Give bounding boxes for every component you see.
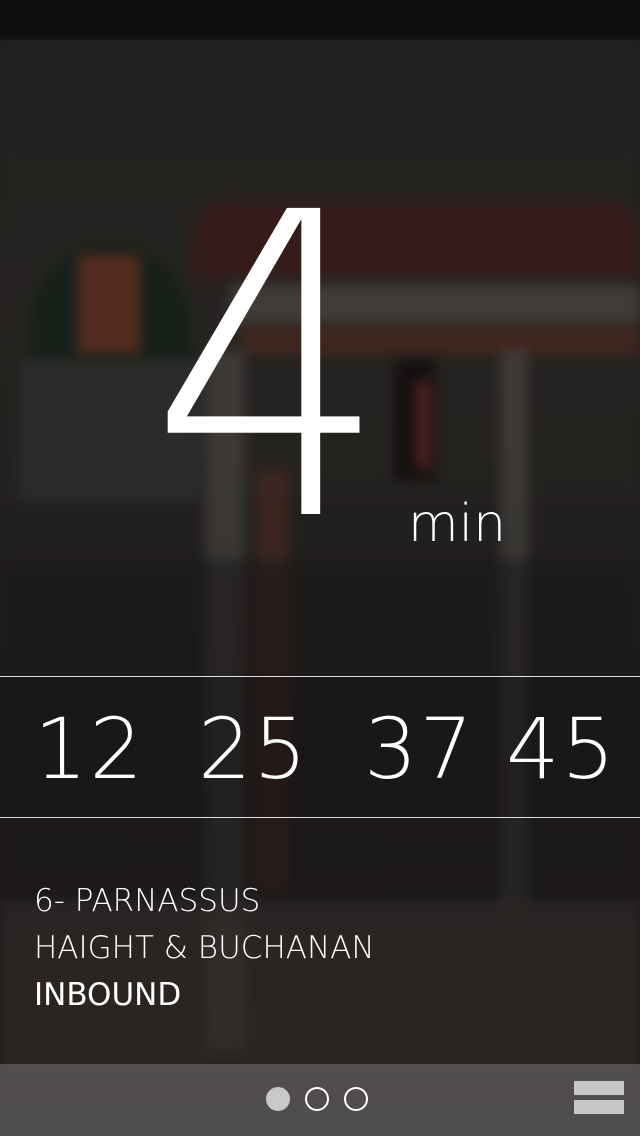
menu-bar [574,1081,624,1095]
bus-arrival-screen: 4 min 12 25 37 45 6- PARNASSUS HAIGHT & … [0,0,640,1136]
route-info: 6- PARNASSUS HAIGHT & BUCHANAN INBOUND [34,878,375,1019]
next-arrival-unit: min [408,494,507,554]
page-dot[interactable] [305,1087,329,1111]
hamburger-menu-icon[interactable] [574,1081,624,1115]
menu-bar [574,1100,624,1114]
upcoming-time: 45 [506,700,617,798]
upcoming-times-panel: 12 25 37 45 [0,676,640,818]
upcoming-time: 12 [34,700,145,798]
route-direction: INBOUND [34,977,182,1013]
page-indicator [266,1087,368,1111]
stop-name: HAIGHT & BUCHANAN [34,930,375,966]
bottom-bar [0,1064,640,1136]
upcoming-time: 25 [198,700,309,798]
page-dot-active[interactable] [266,1087,290,1111]
page-dot[interactable] [344,1087,368,1111]
upcoming-time: 37 [364,700,475,798]
route-name: 6- PARNASSUS [34,883,261,919]
next-arrival-minutes: 4 [149,125,389,614]
